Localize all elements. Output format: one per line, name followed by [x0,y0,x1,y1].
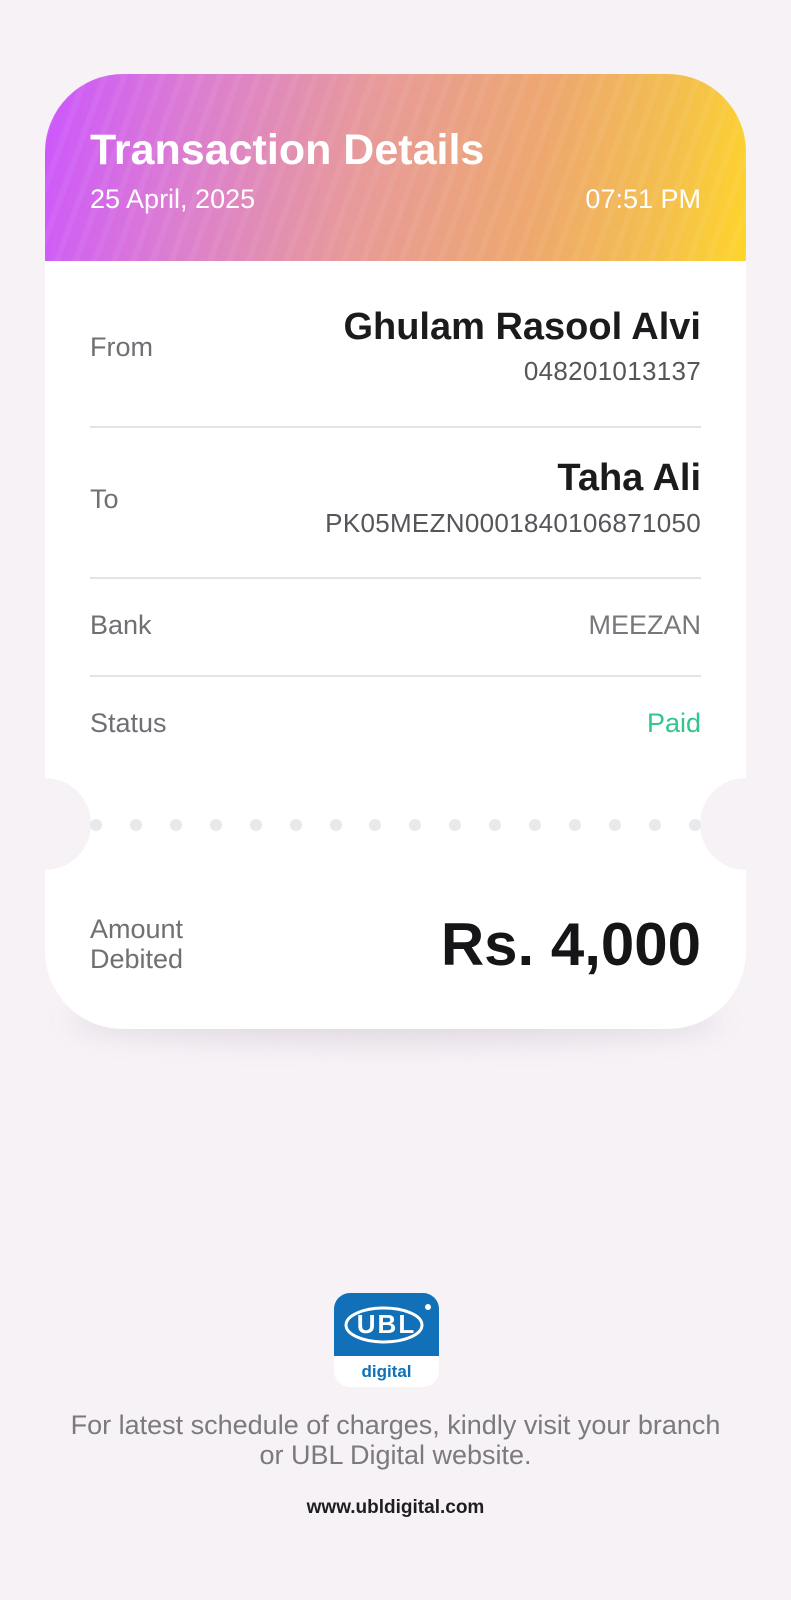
charges-note-line1: For latest schedule of charges, kindly v… [70,1410,721,1440]
charges-note: For latest schedule of charges, kindly v… [0,1410,791,1470]
amount-label-line1: Amount [90,914,184,944]
amount-label: Amount Debited [90,914,250,974]
amount-label-line2: Debited [90,944,184,974]
sender-account: 048201013137 [523,356,701,386]
divider [90,577,701,579]
ubl-logo-mark: UBL [334,1293,439,1356]
transaction-time: 07:51 PM [585,184,701,214]
from-row: From Ghulam Rasool Alvi 048201013137 [90,306,701,406]
transaction-date: 25 April, 2025 [90,184,256,214]
bank-value: MEEZAN [588,610,701,640]
divider [90,675,701,677]
status-badge: Paid [646,708,701,738]
sender-name: Ghulam Rasool Alvi [343,306,701,348]
recipient-name: Taha Ali [557,457,701,499]
page-title: Transaction Details [90,126,485,174]
bank-label: Bank [90,610,152,640]
recipient-account: PK05MEZN0001840106871050 [325,508,701,538]
perforation-line [90,819,701,831]
ticket-notch-right [700,778,746,870]
logo-text: UBL [356,1309,417,1339]
logo-subtext: digital [361,1362,412,1381]
amount-value: Rs. 4,000 [440,911,701,978]
to-label: To [90,484,119,514]
ubl-digital-logo: UBL digital [334,1293,439,1387]
bank-row: Bank MEEZAN [90,610,701,650]
charges-note-line2: or UBL Digital website. [259,1440,532,1470]
from-label: From [90,332,153,362]
transaction-receipt-card: Transaction Details 25 April, 2025 07:51… [45,74,746,1029]
ticket-notch-left [45,778,91,870]
website-link[interactable]: www.ubldigital.com [0,1497,791,1519]
to-row: To Taha Ali PK05MEZN0001840106871050 [90,457,701,557]
divider [90,426,701,428]
status-label: Status [90,708,167,738]
status-row: Status Paid [90,708,701,748]
